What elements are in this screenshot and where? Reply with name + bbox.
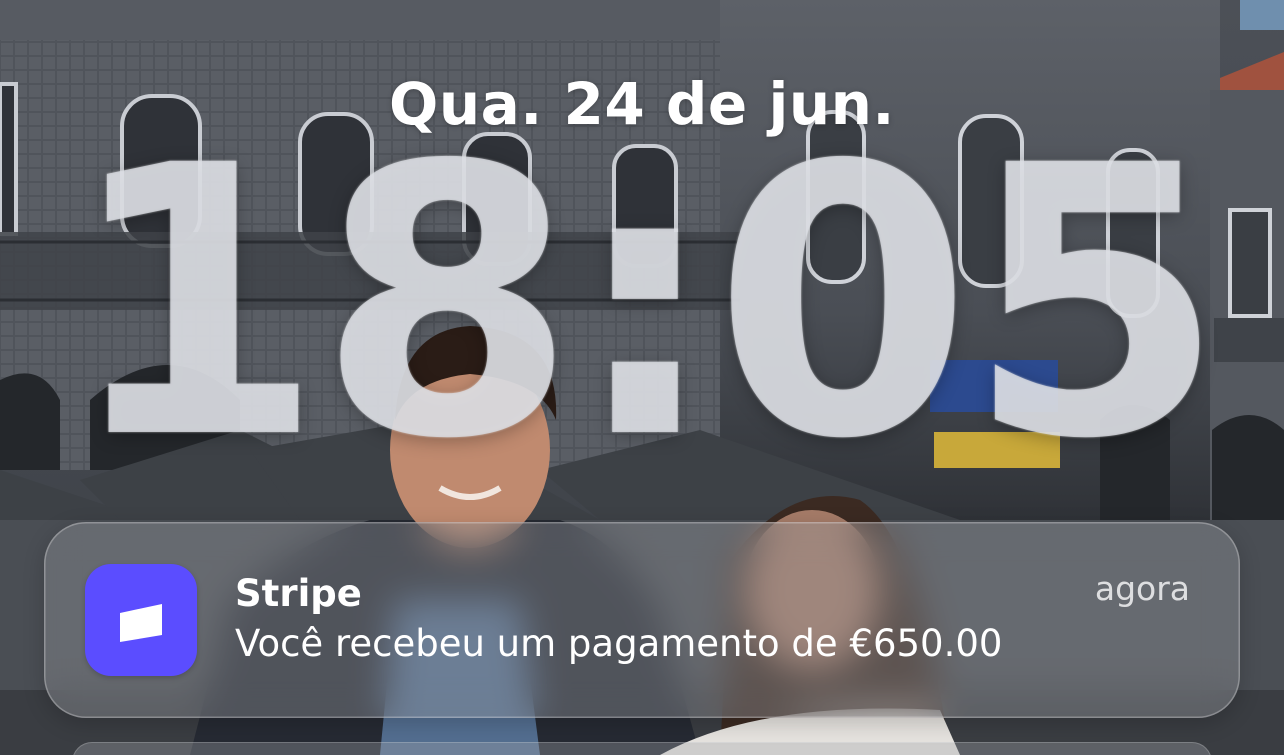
lockscreen-clock: 18:05 <box>64 87 1225 520</box>
notification-app-name: Stripe <box>235 572 362 615</box>
notification-timestamp: agora <box>1094 569 1190 608</box>
stripe-logo-icon <box>120 604 162 642</box>
notification-message: Você recebeu um pagamento de €650.00 <box>235 622 1003 665</box>
stripe-notification[interactable]: Stripe agora Você recebeu um pagamento d… <box>44 522 1240 718</box>
stacked-notification-card[interactable] <box>72 742 1212 755</box>
lock-screen: Qua. 24 de jun. 18:05 Stripe agora Você … <box>0 0 1284 755</box>
stripe-app-icon <box>85 564 197 676</box>
